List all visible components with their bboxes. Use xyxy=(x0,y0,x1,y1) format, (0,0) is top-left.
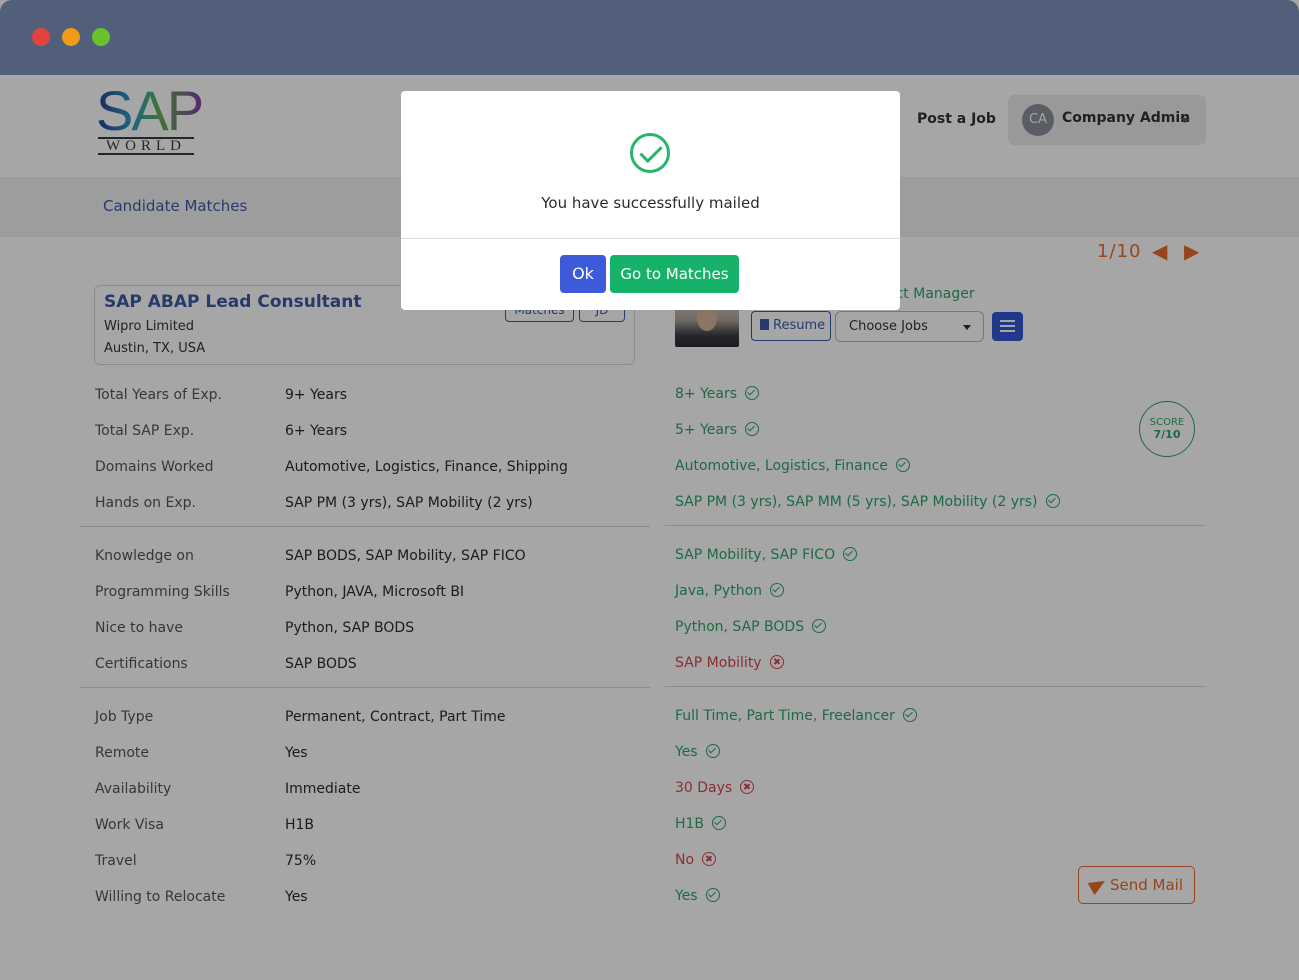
maximize-window-button[interactable] xyxy=(92,28,110,46)
minimize-window-button[interactable] xyxy=(62,28,80,46)
go-to-matches-button[interactable]: Go to Matches xyxy=(610,255,739,293)
dialog-message: You have successfully mailed xyxy=(541,194,760,212)
window-titlebar xyxy=(0,0,1299,75)
close-window-button[interactable] xyxy=(32,28,50,46)
ok-button[interactable]: Ok xyxy=(560,255,606,293)
success-dialog: You have successfully mailed Ok Go to Ma… xyxy=(401,91,900,310)
check-circle-icon xyxy=(630,133,670,173)
divider xyxy=(401,238,900,239)
